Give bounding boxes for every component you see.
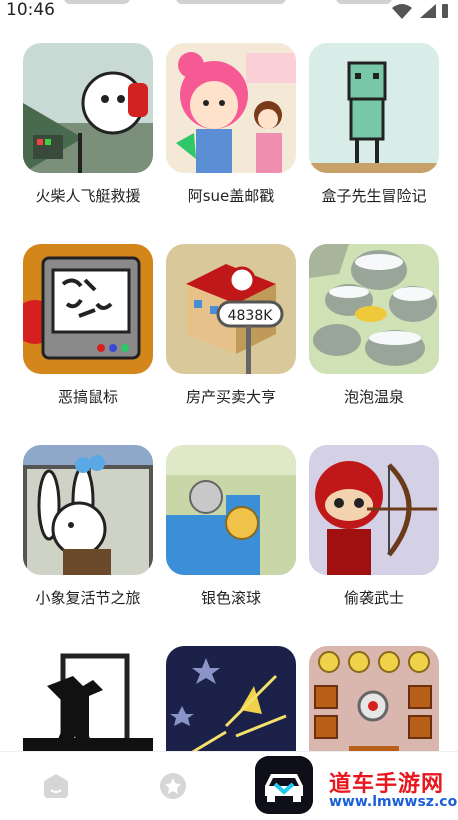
game-card[interactable]: 恶搞鼠标: [23, 244, 155, 406]
home-icon: [44, 774, 68, 798]
game-thumbnail[interactable]: [23, 244, 153, 374]
game-title: 恶搞鼠标: [57, 388, 118, 406]
game-title: 火柴人飞艇救援: [35, 187, 141, 205]
game-card[interactable]: 银色滚球: [166, 445, 298, 607]
game-thumbnail[interactable]: [23, 445, 153, 575]
game-title: 房产买卖大亨: [185, 388, 276, 406]
game-card[interactable]: 盒子先生冒险记: [309, 43, 441, 205]
game-card[interactable]: 偷袭武士: [309, 445, 441, 607]
game-title: 阿sue盖邮戳: [187, 187, 275, 205]
game-title: 银色滚球: [200, 589, 261, 607]
game-grid: 火柴人飞艇救援 阿sue盖邮戳 盒子先生冒险记 恶搞鼠标 4838K 房产买卖大…: [0, 0, 458, 776]
game-card[interactable]: 4838K 房产买卖大亨: [166, 244, 298, 406]
game-thumbnail[interactable]: [309, 43, 439, 173]
game-thumbnail[interactable]: [23, 43, 153, 173]
game-thumbnail[interactable]: [166, 43, 296, 173]
game-title: 盒子先生冒险记: [321, 187, 427, 205]
game-thumbnail[interactable]: [309, 244, 439, 374]
game-thumbnail[interactable]: [309, 445, 439, 575]
game-thumbnail[interactable]: [166, 445, 296, 575]
star-badge-icon: [160, 773, 186, 799]
game-title: 泡泡温泉: [343, 388, 404, 406]
game-card[interactable]: 泡泡温泉: [309, 244, 441, 406]
site-watermark: 道车手游网 www.lmwwsz.com: [255, 752, 458, 816]
game-card[interactable]: 阿sue盖邮戳: [166, 43, 298, 205]
game-thumbnail[interactable]: 4838K: [166, 244, 296, 374]
game-title: 偷袭武士: [343, 589, 404, 607]
nav-home-button[interactable]: [40, 770, 72, 802]
game-card[interactable]: 小象复活节之旅: [23, 445, 155, 607]
price-tag: 4838K: [228, 308, 274, 324]
game-card[interactable]: 火柴人飞艇救援: [23, 43, 155, 205]
watermark-url: www.lmwwsz.com: [329, 794, 458, 810]
watermark-logo: [255, 756, 313, 814]
car-icon: [255, 756, 313, 814]
nav-favorites-button[interactable]: [157, 770, 189, 802]
game-title: 小象复活节之旅: [35, 589, 141, 607]
